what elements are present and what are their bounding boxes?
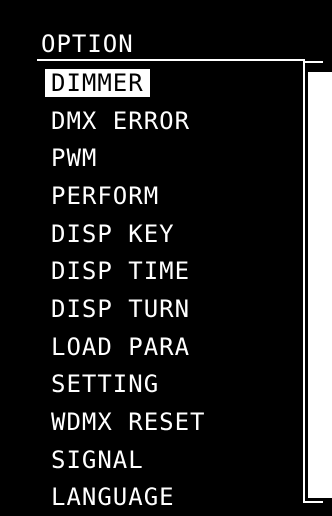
title-underline (37, 59, 305, 61)
menu-item-setting[interactable]: SETTING (45, 366, 212, 404)
value-panel (308, 72, 332, 498)
menu-item-label: DISP TIME (51, 257, 191, 286)
menu-item-label: WDMX RESET (51, 408, 206, 437)
menu-item-label: LOAD PARA (51, 332, 191, 361)
menu-item-dimmer[interactable]: DIMMER (45, 64, 212, 102)
menu-item-label: SETTING (51, 370, 160, 399)
menu-item-dmx-error[interactable]: DMX ERROR (45, 102, 212, 140)
menu-item-pwm[interactable]: PWM (45, 139, 212, 177)
menu-item-disp-time[interactable]: DISP TIME (45, 252, 212, 290)
menu-item-signal[interactable]: SIGNAL (45, 441, 212, 479)
menu-item-label: DMX ERROR (51, 106, 191, 135)
menu-item-wdmx-reset[interactable]: WDMX RESET (45, 403, 212, 441)
menu-item-disp-turn[interactable]: DISP TURN (45, 290, 212, 328)
menu-item-disp-key[interactable]: DISP KEY (45, 215, 212, 253)
menu-item-label: DIMMER (45, 68, 150, 97)
menu-item-label: LANGUAGE (51, 483, 175, 512)
menu-item-perform[interactable]: PERFORM (45, 177, 212, 215)
menu-item-label: PERFORM (51, 181, 160, 210)
menu-item-label: PWM (51, 144, 98, 173)
display-screen: OPTION DIMMER DMX ERROR PWM PERFORM DISP… (0, 0, 332, 515)
menu-item-label: DISP KEY (51, 219, 175, 248)
menu-item-load-para[interactable]: LOAD PARA (45, 328, 212, 366)
option-menu: DIMMER DMX ERROR PWM PERFORM DISP KEY DI… (45, 64, 212, 516)
menu-item-label: SIGNAL (51, 445, 144, 474)
page-title: OPTION (41, 30, 134, 58)
menu-item-language[interactable]: LANGUAGE (45, 479, 212, 516)
menu-item-label: DISP TURN (51, 294, 191, 323)
